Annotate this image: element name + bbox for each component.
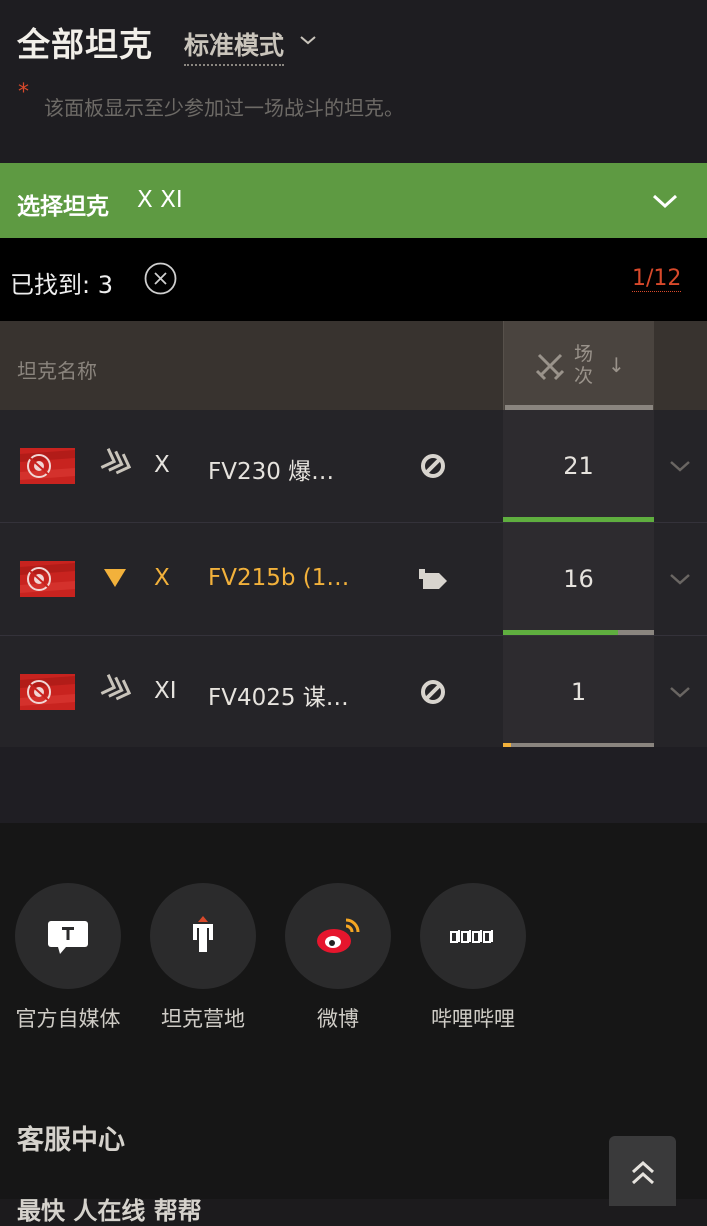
table-row[interactable]: X FV230 爆… 21 <box>0 410 707 523</box>
note-asterisk: * <box>18 80 29 105</box>
page-indicator[interactable]: 1/12 <box>632 266 682 292</box>
chevron-down-icon[interactable] <box>668 458 692 474</box>
social-official-media[interactable]: 官方自媒体 <box>15 883 121 1033</box>
tank-name: FV215b (1… <box>208 565 350 591</box>
column-battles[interactable]: 场次 ↓ <box>503 321 654 410</box>
bilibili-icon <box>450 930 493 943</box>
battles-count: 21 <box>563 452 594 480</box>
footer: 官方自媒体 坦克营地 微博 哔哩哔哩 客服中心 最快 人在线 帮帮 <box>0 823 707 1225</box>
battles-bar <box>503 517 654 522</box>
filter-tiers: X XI <box>137 187 183 213</box>
uk-flag-icon <box>20 561 75 597</box>
tank-filter-bar[interactable]: 选择坦克 X XI <box>0 163 707 238</box>
customer-service-title: 客服中心 <box>17 1125 125 1156</box>
panel-note: 该面板显示至少参加过一场战斗的坦克。 <box>44 96 404 120</box>
battles-count: 1 <box>570 678 587 706</box>
battles-count: 16 <box>563 565 594 593</box>
chevron-down-icon[interactable] <box>668 571 692 587</box>
battles-bar <box>503 630 654 635</box>
autoloader-icon <box>421 454 445 478</box>
clear-filter-icon[interactable] <box>144 262 177 295</box>
social-label: 坦克营地 <box>161 1007 245 1031</box>
mode-selector[interactable]: 标准模式 <box>184 26 285 66</box>
weibo-icon <box>317 918 360 953</box>
uk-flag-icon <box>20 674 75 710</box>
uk-flag-icon <box>20 448 75 484</box>
tank-tier: XI <box>154 678 177 704</box>
social-bilibili[interactable]: 哔哩哔哩 <box>420 883 526 1033</box>
premium-tank-icon <box>104 569 126 587</box>
page-title: 全部坦克 <box>17 25 153 64</box>
chevron-down-icon[interactable] <box>298 30 318 50</box>
social-label: 微博 <box>317 1007 359 1031</box>
results-bar: 已找到: 3 1/12 <box>0 238 707 321</box>
social-weibo[interactable]: 微博 <box>285 883 391 1033</box>
social-label: 官方自媒体 <box>15 1007 121 1031</box>
table-row[interactable]: XI FV4025 谋… 1 <box>0 636 707 749</box>
battles-cell: 21 <box>503 410 654 522</box>
page-header: 全部坦克 标准模式 * 该面板显示至少参加过一场战斗的坦克。 <box>0 0 707 163</box>
double-chevron-up-icon <box>631 1160 655 1185</box>
tank-name: FV230 爆… <box>208 459 335 485</box>
crossed-swords-icon <box>535 353 565 381</box>
filter-label: 选择坦克 <box>17 194 109 220</box>
heavy-tank-icon <box>100 674 131 701</box>
table-row[interactable]: X FV215b (1… 16 <box>0 523 707 636</box>
column-battles-label: 场次 <box>574 343 594 387</box>
chevron-down-icon[interactable] <box>650 189 680 213</box>
column-tank-name: 坦克名称 <box>17 359 97 383</box>
social-label: 哔哩哔哩 <box>431 1007 515 1031</box>
results-count: 已找到: 3 <box>10 271 113 299</box>
battles-cell: 16 <box>503 523 654 635</box>
tank-tier: X <box>154 565 170 591</box>
customer-service-text: 最快 人在线 帮帮 <box>17 1197 202 1225</box>
tank-tier: X <box>154 452 170 478</box>
spacer <box>0 747 707 823</box>
social-tank-camp[interactable]: 坦克营地 <box>150 883 256 1033</box>
back-to-top-button[interactable] <box>609 1136 676 1206</box>
tank-destroyer-icon <box>419 569 447 589</box>
heavy-tank-icon <box>100 448 131 475</box>
table-header: 坦克名称 场次 ↓ <box>0 321 707 410</box>
tank-name: FV4025 谋… <box>208 685 349 711</box>
tank-camp-icon <box>193 916 213 952</box>
battles-cell: 1 <box>503 636 654 748</box>
official-media-icon <box>48 921 88 954</box>
autoloader-icon <box>421 680 445 704</box>
sort-arrow-icon: ↓ <box>608 353 625 377</box>
chevron-down-icon[interactable] <box>668 684 692 700</box>
